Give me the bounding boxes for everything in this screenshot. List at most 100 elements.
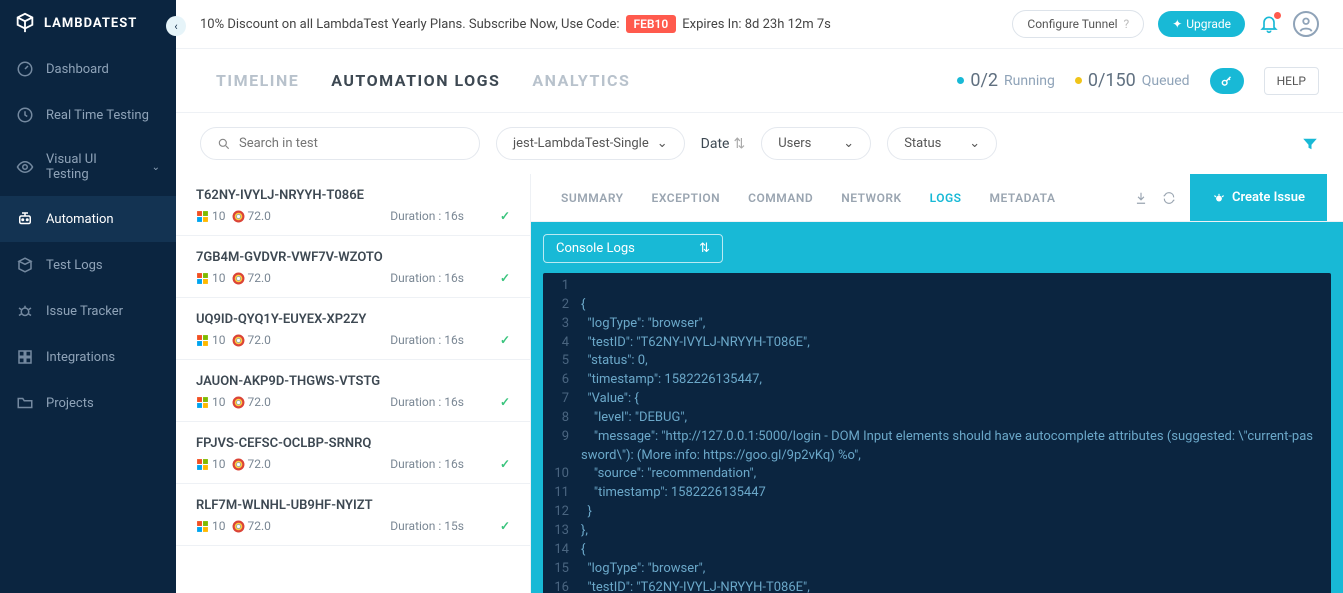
code-text: },	[581, 522, 600, 541]
test-meta: 1072.0Duration : 15s✓	[196, 519, 510, 533]
test-item[interactable]: JAUON-AKP9D-THGWS-VTSTG1072.0Duration : …	[176, 360, 530, 422]
queued-dot-icon	[1075, 77, 1082, 84]
sidebar-item-testlogs[interactable]: Test Logs	[0, 242, 176, 288]
tab-automation-logs[interactable]: AUTOMATION LOGS	[315, 49, 516, 112]
test-item[interactable]: 7GB4M-GVDVR-VWF7V-WZOTO1072.0Duration : …	[176, 236, 530, 298]
logs-area: Console Logs ⇅ 12{3 "logType": "browser"…	[531, 222, 1343, 593]
sidebar-item-label: Integrations	[46, 350, 115, 365]
browser-version: 72.0	[248, 333, 271, 347]
windows-icon: 10	[196, 209, 226, 223]
notifications-button[interactable]	[1259, 14, 1279, 34]
sidebar-item-integrations[interactable]: Integrations	[0, 334, 176, 380]
test-duration: Duration : 16s	[390, 271, 464, 285]
create-issue-button[interactable]: Create Issue	[1190, 174, 1327, 221]
bug-icon	[1212, 191, 1226, 205]
test-list[interactable]: T62NY-IVYLJ-NRYYH-T086E1072.0Duration : …	[176, 174, 531, 593]
sidebar: LAMBDATEST ‹ Dashboard Real Time Testing…	[0, 0, 176, 593]
collapse-sidebar-button[interactable]: ‹	[166, 16, 186, 36]
checkmark-icon: ✓	[500, 209, 510, 223]
sort-icon: ⇅	[733, 136, 745, 152]
checkmark-icon: ✓	[500, 271, 510, 285]
line-number: 1	[543, 277, 581, 296]
running-label: Running	[1004, 73, 1055, 89]
configure-tunnel-button[interactable]: Configure Tunnel ?	[1012, 10, 1144, 38]
test-meta: 1072.0Duration : 16s✓	[196, 457, 510, 471]
line-number: 6	[543, 371, 581, 390]
date-label: Date	[701, 136, 730, 152]
os-version: 10	[212, 519, 226, 533]
chrome-icon: 72.0	[232, 271, 271, 285]
test-id: T62NY-IVYLJ-NRYYH-T086E	[196, 188, 510, 203]
browser-version: 72.0	[248, 271, 271, 285]
help-circle-icon: ?	[1124, 17, 1130, 31]
console-line: 15 "logType": "browser",	[543, 560, 1331, 579]
brand-name: LAMBDATEST	[44, 16, 137, 31]
notification-dot	[1273, 11, 1282, 20]
os-version: 10	[212, 209, 226, 223]
code-text: "logType": "browser",	[581, 560, 717, 579]
folder-icon	[16, 394, 34, 412]
test-duration: Duration : 16s	[390, 209, 464, 223]
grid-icon	[16, 348, 34, 366]
sidebar-item-label: Dashboard	[46, 62, 109, 77]
sidebar-item-realtime[interactable]: Real Time Testing	[0, 92, 176, 138]
running-count: 0/2	[970, 70, 998, 91]
code-text: {	[581, 541, 597, 560]
test-item[interactable]: FPJVS-CEFSC-OCLBP-SRNRQ1072.0Duration : …	[176, 422, 530, 484]
filter-button[interactable]	[1301, 135, 1319, 153]
test-item[interactable]: RLF7M-WLNHL-UB9HF-NYIZT1072.0Duration : …	[176, 484, 530, 546]
user-icon	[1295, 13, 1317, 35]
checkmark-icon: ✓	[500, 457, 510, 471]
detail-tab-logs[interactable]: LOGS	[916, 175, 976, 221]
chrome-icon: 72.0	[232, 395, 271, 409]
tab-timeline[interactable]: TIMELINE	[200, 49, 315, 112]
sidebar-item-visual[interactable]: Visual UI Testing ⌄	[0, 138, 176, 196]
console-output[interactable]: 12{3 "logType": "browser",4 "testID": "T…	[543, 273, 1331, 593]
console-line: 1	[543, 277, 1331, 296]
sidebar-item-dashboard[interactable]: Dashboard	[0, 46, 176, 92]
test-meta: 1072.0Duration : 16s✓	[196, 271, 510, 285]
download-button[interactable]	[1134, 191, 1148, 205]
refresh-button[interactable]	[1162, 191, 1176, 205]
clock-icon	[16, 106, 34, 124]
os-version: 10	[212, 457, 226, 471]
detail-tab-exception[interactable]: EXCEPTION	[638, 175, 735, 221]
chrome-icon: 72.0	[232, 519, 271, 533]
bug-icon	[16, 302, 34, 320]
test-item[interactable]: UQ9ID-QYQ1Y-EUYEX-XP2ZY1072.0Duration : …	[176, 298, 530, 360]
user-avatar[interactable]	[1293, 11, 1319, 37]
suite-select[interactable]: jest-LambdaTest-Single ⌄	[496, 127, 685, 160]
search-input[interactable]	[239, 136, 463, 151]
detail-tab-metadata[interactable]: METADATA	[976, 175, 1070, 221]
users-select[interactable]: Users ⌄	[761, 127, 871, 160]
upgrade-button[interactable]: ✦ Upgrade	[1158, 11, 1245, 37]
users-value: Users	[778, 136, 811, 151]
console-line: 6 "timestamp": 1582226135447,	[543, 371, 1331, 390]
console-line: 5 "status": 0,	[543, 352, 1331, 371]
windows-icon: 10	[196, 519, 226, 533]
log-type-select[interactable]: Console Logs ⇅	[543, 234, 723, 263]
search-input-wrapper[interactable]	[200, 127, 480, 160]
chevron-down-icon: ⌄	[657, 136, 668, 151]
date-filter[interactable]: Date ⇅	[701, 136, 746, 152]
log-select-value: Console Logs	[556, 241, 635, 256]
create-issue-label: Create Issue	[1232, 190, 1305, 205]
sidebar-item-automation[interactable]: Automation	[0, 196, 176, 242]
code-text: {	[581, 296, 597, 315]
box-icon	[16, 256, 34, 274]
help-button[interactable]: HELP	[1264, 67, 1319, 95]
test-item[interactable]: T62NY-IVYLJ-NRYYH-T086E1072.0Duration : …	[176, 174, 530, 236]
access-key-button[interactable]	[1210, 68, 1244, 94]
code-text: "source": "recommendation",	[581, 465, 768, 484]
main-area: 10% Discount on all LambdaTest Yearly Pl…	[176, 0, 1343, 593]
status-select[interactable]: Status ⌄	[887, 127, 997, 160]
sidebar-item-projects[interactable]: Projects	[0, 380, 176, 426]
detail-tab-command[interactable]: COMMAND	[734, 175, 827, 221]
sparkle-icon: ✦	[1172, 17, 1182, 31]
test-meta: 1072.0Duration : 16s✓	[196, 333, 510, 347]
detail-tab-summary[interactable]: SUMMARY	[547, 175, 638, 221]
tab-analytics[interactable]: ANALYTICS	[516, 49, 646, 112]
detail-tab-network[interactable]: NETWORK	[827, 175, 915, 221]
sidebar-item-issue[interactable]: Issue Tracker	[0, 288, 176, 334]
test-meta: 1072.0Duration : 16s✓	[196, 395, 510, 409]
